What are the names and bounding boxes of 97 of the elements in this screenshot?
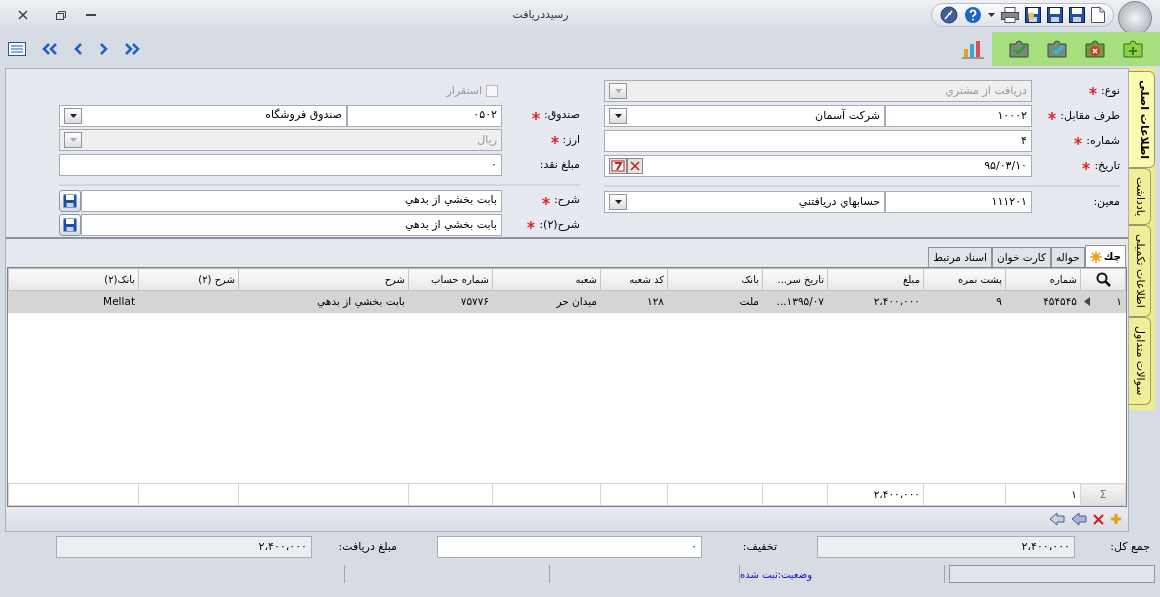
save-icon[interactable] [1047,7,1063,23]
column-header[interactable]: شعبه [492,268,601,291]
field-label: ارز: [562,131,580,148]
total-label: جمع کل: [1110,539,1150,553]
footer-count: ۱ [1071,487,1077,500]
table-cell: ۹ [923,290,1006,313]
text-field[interactable]: ۴ [604,130,1032,152]
table-cell: Mellat [8,290,139,313]
code-field[interactable]: ۰۵۰۲ [347,104,502,127]
dropdown-field[interactable]: حسابهاي دريافتني [604,191,885,213]
side-tab[interactable]: سوالات متداول [1129,317,1151,405]
field-label: شرح: [553,192,580,209]
table-cell: بابت بخشي از بدهي [238,290,409,313]
column-header[interactable]: شماره [1005,268,1081,291]
column-header[interactable]: کد شعبه [600,268,668,291]
footer-sum: ۲،۴۰۰،۰۰۰ [873,487,920,500]
field-label: نوع: [1101,82,1120,99]
checkbox-label: استقرار [446,82,482,99]
clear-icon[interactable] [627,158,643,174]
row-number: ۱ [1116,293,1122,309]
asterisk-icon [1089,250,1102,263]
field-label: صندوق: [544,107,580,124]
text-field[interactable]: بابت بخشي از بدهي [81,189,502,212]
chevron-left-icon[interactable] [74,43,83,55]
window-title: رسيددريافت [512,7,569,21]
code-field[interactable]: ۱۱۱۲۰۱ [885,191,1032,213]
dropdown-field[interactable]: شرکت آسمان [604,105,885,127]
field-label: تاریخ: [1094,157,1120,174]
caret-icon [69,138,77,143]
table-cell: ۲،۴۰۰،۰۰۰ [827,290,924,313]
bar-chart-icon[interactable] [962,39,984,59]
sum-symbol: Σ [1099,487,1107,500]
column-header[interactable]: شماره حساب [408,268,493,291]
caret-icon [614,114,622,118]
tab[interactable]: چك [1084,245,1126,267]
table-cell: ۷۵۷۷۶ [408,290,493,313]
tab[interactable]: کارت خوان [991,247,1051,267]
text-field[interactable]: ۰ [59,153,502,176]
double-chevron-left-icon[interactable] [42,43,58,55]
side-tab[interactable]: اطلاعات اصلی [1129,71,1155,169]
printer-icon[interactable] [1001,7,1019,23]
total-field: ۲،۴۰۰،۰۰۰ [56,536,312,558]
column-header[interactable]: بانک(۲) [8,268,139,291]
total-field: ۲،۴۰۰،۰۰۰ [817,536,1075,558]
table-cell: ملت [667,290,763,313]
side-tab[interactable]: یادداشت [1129,168,1151,226]
column-header[interactable]: پشت نمره [923,268,1006,291]
tab[interactable]: حواله [1050,247,1085,267]
chevron-right-icon[interactable] [99,43,108,55]
caret-icon [614,89,622,93]
field-label: شرح(۲): [539,216,580,233]
import-icon[interactable] [1071,512,1087,526]
dropdown-button[interactable] [64,107,82,124]
field-label: مبلغ نقد: [539,156,580,173]
column-header[interactable]: شرح [238,268,409,291]
dropdown-button[interactable] [609,108,627,124]
export-icon[interactable] [1049,512,1065,526]
close-icon[interactable] [18,10,28,20]
table-cell: ۴۵۴۵۴۵ [1005,290,1081,313]
table-cell: میدان حر [492,290,601,313]
column-header[interactable]: تاریخ سر... [762,268,828,291]
caret-icon [69,113,77,118]
column-header[interactable]: مبلغ [827,268,924,291]
code-field[interactable]: ۱۰۰۰۲ [885,105,1032,127]
date-field[interactable]: ۹۵/۰۳/۱۰ [604,155,1032,177]
field-label: معین: [1093,193,1120,210]
restore-icon[interactable] [56,10,66,20]
total-field[interactable]: ۰ [437,536,702,558]
tab[interactable]: اسناد مرتبط [928,247,992,267]
text-field[interactable]: بابت بخشي از بدهي [81,214,502,237]
dropdown-field[interactable]: صندوق فروشگاه [59,104,347,127]
minimize-icon[interactable] [86,13,96,17]
help-icon[interactable] [964,6,982,24]
app-logo[interactable] [1118,1,1152,35]
total-label: تخفیف: [742,539,777,553]
caret-icon [614,200,622,204]
save-icon[interactable] [1025,7,1041,23]
caret-icon[interactable] [988,13,995,17]
field-label: شماره: [1086,132,1120,149]
field-label: طرف مقابل: [1060,107,1120,124]
save-button[interactable] [59,214,81,237]
list-icon[interactable] [8,42,26,56]
column-header[interactable]: بانک [667,268,763,291]
calendar-icon[interactable] [609,158,627,174]
table-cell: ۱۳۹۵/۰۷... [762,290,828,313]
total-label: مبلغ دریافت: [338,539,397,553]
double-chevron-right-icon[interactable] [124,43,140,55]
save-button[interactable] [59,189,81,212]
search-icon[interactable] [1095,272,1111,288]
side-tab[interactable]: اطلاعات تکمیلی [1129,225,1151,318]
save-icon[interactable] [1069,7,1085,23]
dropdown-button[interactable] [609,194,627,210]
column-header[interactable]: شرح (۲) [138,268,239,291]
table-cell: ۱۲۸ [600,290,668,313]
delete-icon[interactable] [1093,513,1104,525]
status-text: وضعیت:ثبت شده [740,567,813,582]
new-document-icon[interactable] [1091,7,1105,23]
